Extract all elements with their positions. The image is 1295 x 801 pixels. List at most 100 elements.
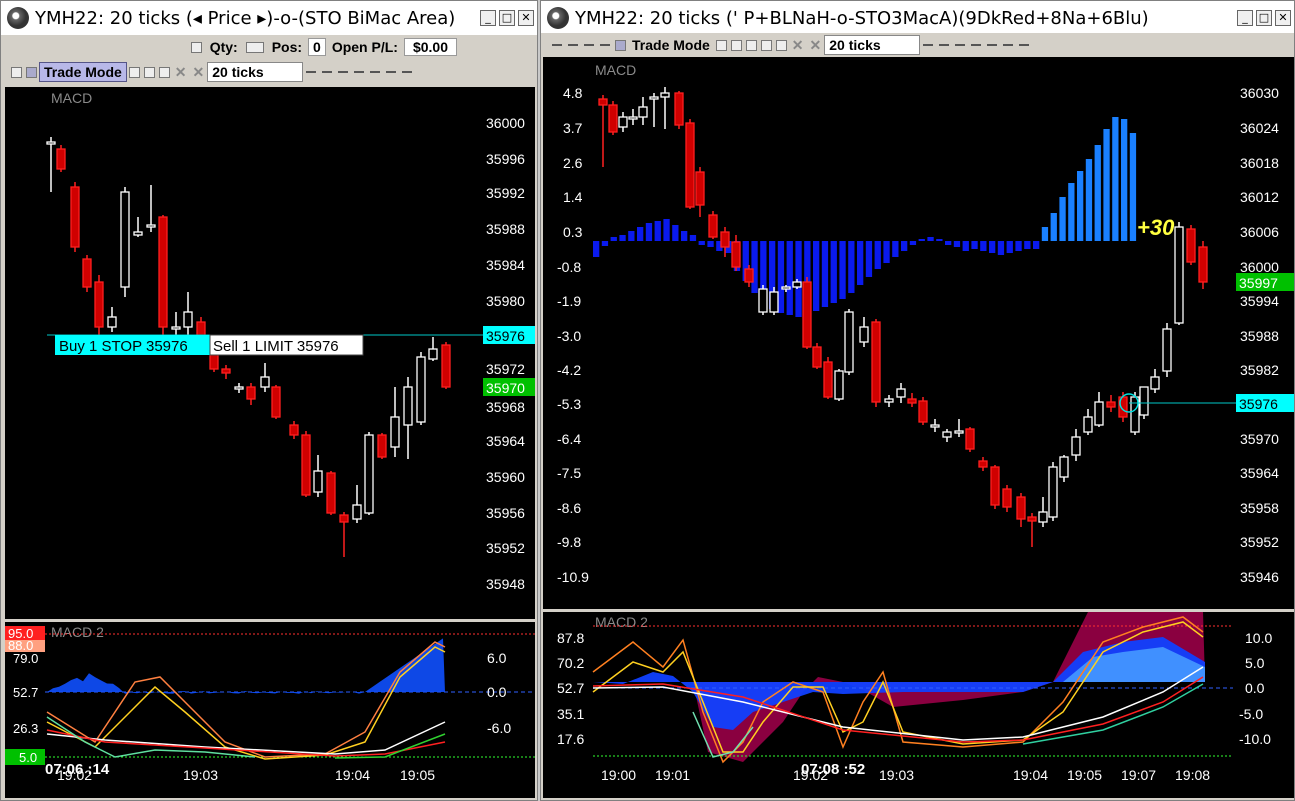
line-tool-icon[interactable] <box>306 71 317 73</box>
macd-histogram-bar <box>962 241 969 251</box>
delete-icon-right[interactable]: ✕ <box>792 37 804 54</box>
pencil-icon[interactable] <box>11 66 22 78</box>
trade-mode-toggle-icon[interactable] <box>26 66 37 78</box>
hline-tool-icon[interactable] <box>338 71 349 73</box>
price-tick: 36018 <box>1240 155 1279 171</box>
price-tick: 35958 <box>1240 500 1279 516</box>
price-panel-label: MACD <box>51 90 92 106</box>
ray-tool-icon-right[interactable] <box>939 44 950 46</box>
macd-histogram-bar <box>918 239 925 241</box>
macd-right-tick: -5.0 <box>1239 706 1263 722</box>
candle <box>884 398 894 403</box>
zoom-icon[interactable] <box>745 39 757 51</box>
print-icon-right[interactable] <box>730 39 742 51</box>
macd-histogram-bar <box>839 241 846 299</box>
dash-icon-2[interactable] <box>568 44 578 46</box>
ray-tool-icon[interactable] <box>322 71 333 73</box>
price-tick: 35982 <box>1240 362 1279 378</box>
left-titlebar[interactable]: YMH22: 20 ticks (◂ Price ▸)-o-(STO BiMac… <box>1 1 537 35</box>
qty-spinner[interactable] <box>245 41 264 53</box>
delete-all-icon-right[interactable]: ✕ <box>810 37 822 54</box>
dash-icon-4[interactable] <box>600 44 610 46</box>
maximize-button-right[interactable]: □ <box>1256 10 1272 26</box>
candle <box>628 116 638 120</box>
macd-scale-tick: -3.0 <box>557 328 581 344</box>
ellipse-tool-icon[interactable] <box>386 71 397 73</box>
hline-tool-icon-right[interactable] <box>955 44 966 46</box>
dash-icon-3[interactable] <box>584 44 594 46</box>
trade-mode-button-right[interactable]: Trade Mode <box>632 37 710 53</box>
arrow2-tool-icon[interactable] <box>370 71 381 73</box>
trade-mode-button[interactable]: Trade Mode <box>39 62 127 82</box>
copy-icon-right[interactable] <box>760 39 772 51</box>
right-price-panel[interactable]: MACD 4.8 3.7 2.6 1.4 0.3 -0.8 -1.9 -3.0 -4.2 -5.3 -… <box>543 57 1294 609</box>
right-price-chart: MACD 4.8 3.7 2.6 1.4 0.3 -0.8 -1.9 -3.0 -4.2 -5.3 -… <box>557 62 1294 585</box>
right-macd-panel[interactable]: MACD 2 87.8 70.2 52.7 35.1 17.6 10.0 5.0 0.0 -5.0… <box>543 612 1294 798</box>
candle <box>685 122 695 208</box>
macd-histogram-bar <box>1059 197 1066 241</box>
macd-left-tick: 26.3 <box>13 721 38 736</box>
candle <box>638 106 648 118</box>
left-price-panel[interactable]: MACD 36000 35996 35992 35988 35984 35980 35972 3… <box>5 87 535 619</box>
candle <box>234 386 244 390</box>
calculator-icon[interactable] <box>190 41 202 53</box>
candle <box>120 191 130 288</box>
candle <box>56 148 66 170</box>
right-titlebar[interactable]: YMH22: 20 ticks (' P+BLNaH-o-STO3MacA)(9… <box>541 1 1294 35</box>
last-price-badge: 35970 <box>486 380 525 396</box>
interval-select[interactable]: 20 ticks <box>207 62 304 82</box>
print-icon[interactable] <box>128 66 140 78</box>
candle <box>1016 496 1026 520</box>
arrow-tool-icon-right[interactable] <box>971 44 982 46</box>
rect-tool-icon-right[interactable] <box>1019 44 1030 46</box>
calendar-icon[interactable] <box>715 39 727 51</box>
macd-scale-tick: 1.4 <box>563 189 583 205</box>
candle <box>339 514 349 523</box>
candle <box>1150 376 1160 390</box>
close-button[interactable]: ✕ <box>518 10 534 26</box>
candle <box>1186 228 1196 263</box>
right-drawing-toolbar: Trade Mode ✕ ✕ 20 ticks <box>541 33 1294 57</box>
price-tick: 35992 <box>486 185 525 201</box>
left-macd-panel[interactable]: MACD 2 95.0 88.0 79.0 52.7 26.3 5.0 6.0 0.0 -6.0 1… <box>5 622 535 798</box>
rect-tool-icon[interactable] <box>402 71 413 73</box>
candle <box>823 361 833 398</box>
ellipse-tool-icon-right[interactable] <box>1003 44 1014 46</box>
left-window-title: YMH22: 20 ticks (◂ Price ▸)-o-(STO BiMac… <box>35 7 456 29</box>
candle <box>598 98 608 106</box>
trade-mode-toggle-icon-right[interactable] <box>615 39 626 51</box>
interval-select-right[interactable]: 20 ticks <box>824 35 921 55</box>
line-tool-icon-right[interactable] <box>923 44 934 46</box>
macd-left-tick: 17.6 <box>557 731 584 747</box>
arrow2-tool-icon-right[interactable] <box>987 44 998 46</box>
price-tick: 35956 <box>486 505 525 521</box>
candle <box>289 424 299 436</box>
candle <box>871 321 881 403</box>
delete-icon[interactable]: ✕ <box>175 64 187 81</box>
macd-scale-tick: -5.3 <box>557 396 581 412</box>
minimize-button[interactable]: _ <box>480 10 496 26</box>
macd-area <box>47 638 445 694</box>
maximize-button[interactable]: □ <box>499 10 515 26</box>
time-tick: 19:05 <box>1067 767 1102 783</box>
candle <box>674 92 684 126</box>
candle <box>1002 488 1012 508</box>
delete-all-icon[interactable]: ✕ <box>193 64 205 81</box>
pos-value: 0 <box>308 38 326 56</box>
macd-histogram-bar <box>751 241 758 293</box>
minimize-button-right[interactable]: _ <box>1237 10 1253 26</box>
price-tick: 35948 <box>486 576 525 592</box>
macd-scale-tick: 0.3 <box>563 224 583 240</box>
shape-icon[interactable] <box>158 66 170 78</box>
macd-histogram-bar <box>1015 241 1022 251</box>
candle <box>965 428 975 450</box>
shape-icon-right[interactable] <box>775 39 787 51</box>
macd-histogram-bar <box>786 241 793 315</box>
copy-icon[interactable] <box>143 66 155 78</box>
close-button-right[interactable]: ✕ <box>1275 10 1291 26</box>
arrow-tool-icon[interactable] <box>354 71 365 73</box>
dash-icon-1[interactable] <box>552 44 562 46</box>
price-tick: 35964 <box>486 433 525 449</box>
macd-right-tick: 0.0 <box>487 684 507 700</box>
price-tick: 36006 <box>1240 224 1279 240</box>
